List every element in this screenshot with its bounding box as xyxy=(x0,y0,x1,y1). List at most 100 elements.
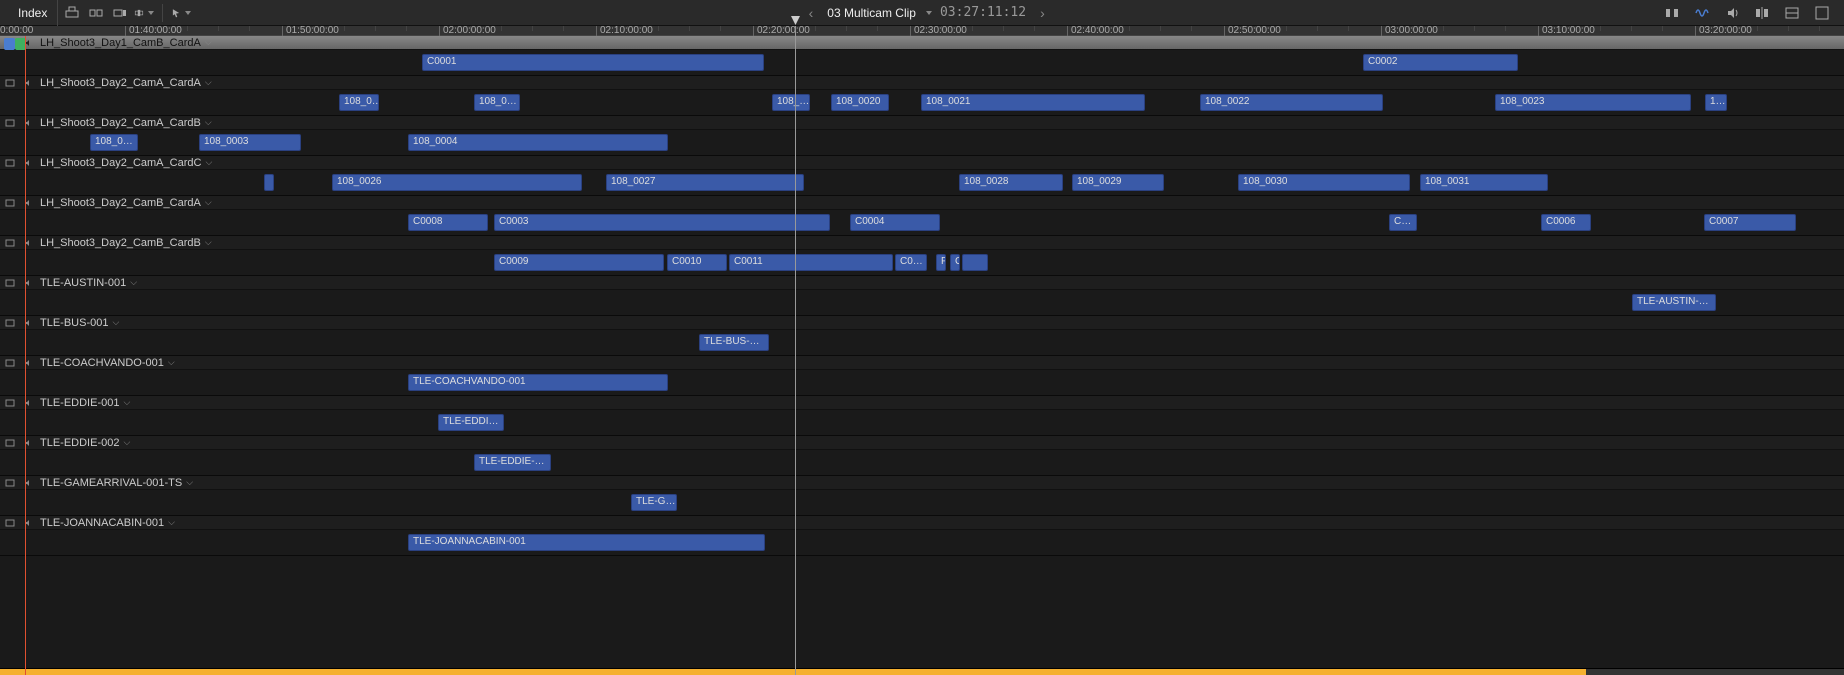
clip[interactable]: 1… xyxy=(1705,94,1727,111)
clip[interactable]: C0003 xyxy=(494,214,830,231)
angle-header[interactable]: TLE-BUS-001 ⌵ xyxy=(0,316,1844,330)
audio-icon[interactable] xyxy=(22,117,34,129)
clip[interactable] xyxy=(962,254,988,271)
angle-track[interactable]: TLE-AUSTIN-… xyxy=(0,290,1844,316)
monitor-icon[interactable] xyxy=(4,317,16,329)
clip[interactable]: 108_0028 xyxy=(959,174,1063,191)
angle-track[interactable]: TLE-EDDI… xyxy=(0,410,1844,436)
clip[interactable]: 108_0020 xyxy=(831,94,889,111)
clip[interactable]: TLE-BUS-… xyxy=(699,334,769,351)
angle-name-dropdown[interactable]: TLE-AUSTIN-001 ⌵ xyxy=(40,277,137,289)
solo-icon[interactable] xyxy=(1722,3,1742,23)
angle-header[interactable]: LH_Shoot3_Day2_CamA_CardA ⌵ xyxy=(0,76,1844,90)
angle-track[interactable]: C0008C0003C0004C…C0006C0007 xyxy=(0,210,1844,236)
angle-header[interactable]: LH_Shoot3_Day1_CamB_CardA ⌵ xyxy=(0,36,1844,50)
audio-icon[interactable] xyxy=(22,157,34,169)
overwrite-clip-dropdown[interactable] xyxy=(134,3,154,23)
monitor-icon[interactable] xyxy=(4,157,16,169)
layout-icon[interactable] xyxy=(1782,3,1802,23)
angle-track[interactable]: TLE-BUS-… xyxy=(0,330,1844,356)
angle-name-dropdown[interactable]: LH_Shoot3_Day1_CamB_CardA ⌵ xyxy=(40,37,212,49)
snapping-icon[interactable] xyxy=(1752,3,1772,23)
audio-icon[interactable] xyxy=(22,197,34,209)
monitor-icon[interactable] xyxy=(4,77,16,89)
connect-clip-icon[interactable] xyxy=(62,3,82,23)
insert-clip-icon[interactable] xyxy=(86,3,106,23)
clip[interactable]: 108_0021 xyxy=(921,94,1145,111)
angle-name-dropdown[interactable]: TLE-JOANNACABIN-001 ⌵ xyxy=(40,517,175,529)
angle-header[interactable]: TLE-COACHVANDO-001 ⌵ xyxy=(0,356,1844,370)
audio-icon[interactable] xyxy=(22,397,34,409)
monitor-badge[interactable] xyxy=(4,38,26,50)
angle-header[interactable]: TLE-JOANNACABIN-001 ⌵ xyxy=(0,516,1844,530)
audio-icon[interactable] xyxy=(22,277,34,289)
angle-header[interactable]: TLE-EDDIE-001 ⌵ xyxy=(0,396,1844,410)
clip[interactable]: C0010 xyxy=(667,254,727,271)
clip[interactable]: 108_0… xyxy=(474,94,520,111)
audio-icon[interactable] xyxy=(22,77,34,89)
angle-name-dropdown[interactable]: TLE-EDDIE-002 ⌵ xyxy=(40,437,130,449)
clip[interactable]: C0011 xyxy=(729,254,893,271)
angle-name-dropdown[interactable]: LH_Shoot3_Day2_CamB_CardA ⌵ xyxy=(40,197,212,209)
monitor-icon[interactable] xyxy=(4,477,16,489)
audio-icon[interactable] xyxy=(22,477,34,489)
clip[interactable]: 108_0029 xyxy=(1072,174,1164,191)
monitor-icon[interactable] xyxy=(4,277,16,289)
angle-name-dropdown[interactable]: TLE-BUS-001 ⌵ xyxy=(40,317,119,329)
monitor-icon[interactable] xyxy=(4,197,16,209)
clip[interactable]: C0007 xyxy=(1704,214,1796,231)
angle-header[interactable]: LH_Shoot3_Day2_CamB_CardA ⌵ xyxy=(0,196,1844,210)
clip[interactable]: 108_0027 xyxy=(606,174,804,191)
timeline-ruler[interactable]: 0:00:00 01:40:00:0001:50:00:0002:00:00:0… xyxy=(0,26,1844,36)
tool-select-dropdown[interactable] xyxy=(171,3,191,23)
monitor-icon[interactable] xyxy=(4,517,16,529)
audio-icon[interactable] xyxy=(22,317,34,329)
clip[interactable]: C0009 xyxy=(494,254,664,271)
clip[interactable]: C0002 xyxy=(1363,54,1518,71)
video-monitor-icon[interactable] xyxy=(4,38,15,50)
fullscreen-icon[interactable] xyxy=(1812,3,1832,23)
clip[interactable]: 108_0023 xyxy=(1495,94,1691,111)
clip[interactable]: 108_0… xyxy=(339,94,379,111)
clip[interactable]: C xyxy=(950,254,960,271)
clip[interactable]: 108_… xyxy=(772,94,810,111)
angle-name-dropdown[interactable]: LH_Shoot3_Day2_CamB_CardB ⌵ xyxy=(40,237,212,249)
angle-name-dropdown[interactable]: LH_Shoot3_Day2_CamA_CardC ⌵ xyxy=(40,157,212,169)
nav-next-icon[interactable]: › xyxy=(1034,5,1051,21)
audio-icon[interactable] xyxy=(22,237,34,249)
angle-header[interactable]: LH_Shoot3_Day2_CamA_CardB ⌵ xyxy=(0,116,1844,130)
angle-track[interactable]: TLE-G… xyxy=(0,490,1844,516)
clip[interactable]: C0001 xyxy=(422,54,764,71)
angle-name-dropdown[interactable]: LH_Shoot3_Day2_CamA_CardA ⌵ xyxy=(40,77,212,89)
audio-icon[interactable] xyxy=(22,357,34,369)
audio-icon[interactable] xyxy=(22,437,34,449)
angle-track[interactable]: 108_0…108_0003108_0004 xyxy=(0,130,1844,156)
clip[interactable]: F xyxy=(936,254,946,271)
clip[interactable]: 108_0026 xyxy=(332,174,582,191)
monitor-icon[interactable] xyxy=(4,357,16,369)
angle-header[interactable]: TLE-GAMEARRIVAL-001-TS ⌵ xyxy=(0,476,1844,490)
monitor-icon[interactable] xyxy=(4,117,16,129)
angle-track[interactable]: TLE-EDDIE-… xyxy=(0,450,1844,476)
append-clip-icon[interactable] xyxy=(110,3,130,23)
angle-header[interactable]: LH_Shoot3_Day2_CamA_CardC ⌵ xyxy=(0,156,1844,170)
audio-icon[interactable] xyxy=(22,517,34,529)
angle-name-dropdown[interactable]: LH_Shoot3_Day2_CamA_CardB ⌵ xyxy=(40,117,212,129)
index-button[interactable]: Index xyxy=(8,0,58,26)
nav-prev-icon[interactable]: ‹ xyxy=(803,5,820,21)
angle-track[interactable]: 108_0… 108_0… 108_… 108_0020 108_0021 108_002… xyxy=(0,90,1844,116)
monitor-icon[interactable] xyxy=(4,237,16,249)
angle-track[interactable]: TLE-JOANNACABIN-001 xyxy=(0,530,1844,556)
clip[interactable]: C0008 xyxy=(408,214,488,231)
angle-name-dropdown[interactable]: TLE-COACHVANDO-001 ⌵ xyxy=(40,357,175,369)
clip[interactable]: 108_0003 xyxy=(199,134,301,151)
skimming-icon[interactable] xyxy=(1662,3,1682,23)
clip[interactable]: C0… xyxy=(895,254,927,271)
clip[interactable]: TLE-AUSTIN-… xyxy=(1632,294,1716,311)
angle-header[interactable]: LH_Shoot3_Day2_CamB_CardB ⌵ xyxy=(0,236,1844,250)
angle-track[interactable]: C0009C0010C0011C0… FC xyxy=(0,250,1844,276)
angle-name-dropdown[interactable]: TLE-EDDIE-001 ⌵ xyxy=(40,397,130,409)
clip[interactable]: TLE-COACHVANDO-001 xyxy=(408,374,668,391)
clip[interactable]: TLE-EDDIE-… xyxy=(474,454,551,471)
clip[interactable]: 108_0031 xyxy=(1420,174,1548,191)
